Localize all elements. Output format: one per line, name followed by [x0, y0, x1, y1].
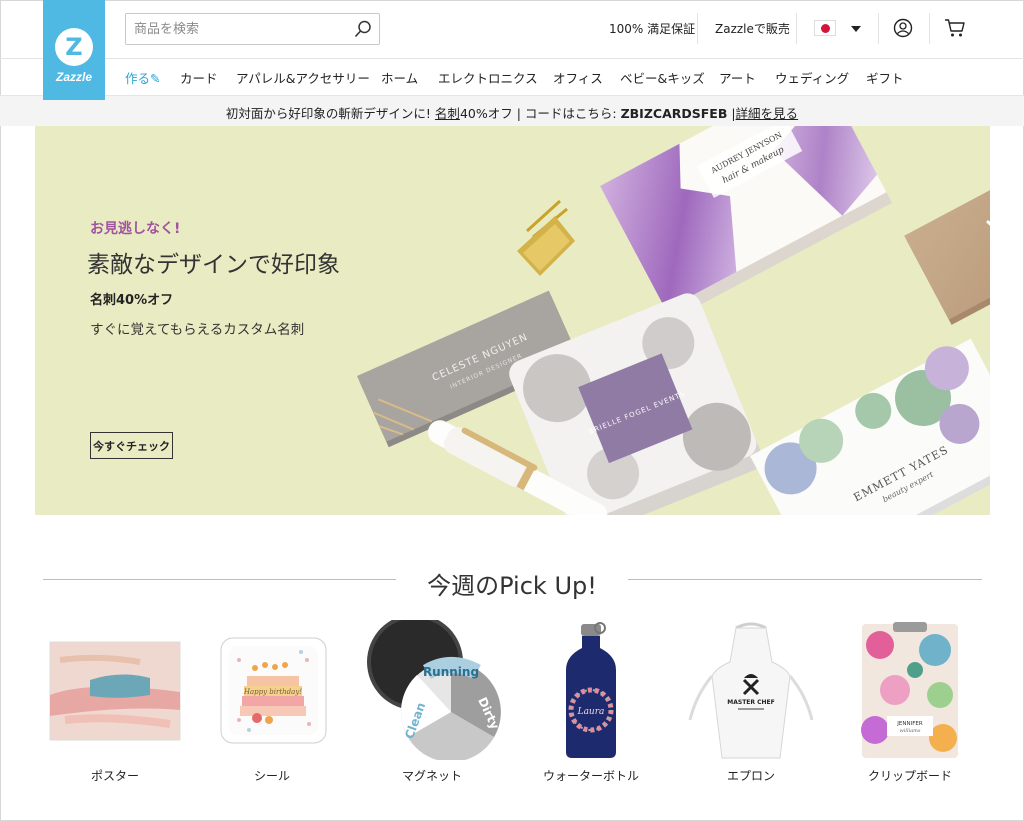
product-label: シール	[253, 769, 290, 783]
sticker-art-text: Happy birthday!	[243, 688, 302, 696]
magnet-art-word-running: Running	[423, 665, 479, 679]
zazzle-logo[interactable]: Z Zazzle	[43, 0, 105, 100]
clipboard-art-text: JENNIFER	[896, 721, 923, 727]
hero-title: 素敵なデザインで好印象	[87, 252, 340, 278]
nav-item-apparel[interactable]: アパレル&アクセサリー	[236, 68, 370, 87]
divider	[929, 13, 930, 44]
satisfaction-guarantee-link[interactable]: 100% 満足保証	[609, 20, 695, 37]
promo-text: 初対面から好印象の斬新デザインに!	[225, 106, 435, 121]
product-label: マグネット	[401, 769, 462, 783]
sell-on-zazzle-link[interactable]: Zazzleで販売	[715, 20, 790, 37]
section-divider	[43, 579, 396, 580]
hero-description: すぐに覚えてもらえるカスタム名刺	[90, 322, 305, 338]
promo-discount: 40%オフ	[459, 106, 513, 121]
nav-item-office[interactable]: オフィス	[553, 68, 603, 87]
nav-item-create[interactable]: 作る✎	[125, 68, 160, 87]
divider	[878, 13, 879, 44]
hero-eyebrow: お見逃しなく!	[90, 221, 181, 237]
cart-icon[interactable]	[944, 18, 966, 38]
promo-code: ZBIZCARDSFEB	[620, 106, 728, 121]
product-label: クリップボード	[867, 769, 952, 783]
clipboard-art-sub: williams	[900, 728, 921, 734]
logo-mark-icon: Z	[55, 28, 93, 66]
nav-item-home[interactable]: ホーム	[381, 68, 418, 87]
product-label: ポスター	[90, 769, 139, 783]
promo-divider: |	[727, 106, 736, 121]
promo-code-label: コードはこちら:	[524, 106, 621, 121]
section-divider	[628, 579, 982, 580]
product-label: エプロン	[726, 769, 775, 783]
apron-image: MASTER CHEF	[688, 622, 814, 759]
nav-item-baby-kids[interactable]: ベビー&キッズ	[620, 68, 705, 87]
poster-image	[49, 641, 181, 741]
promo-business-card-link[interactable]: 名刺	[435, 106, 460, 121]
search-box[interactable]	[125, 13, 380, 45]
nav-item-art[interactable]: アート	[719, 68, 756, 87]
shop-now-button[interactable]: 今すぐチェック	[90, 432, 173, 459]
search-input[interactable]	[134, 20, 344, 38]
nav-item-gifts[interactable]: ギフト	[866, 68, 904, 87]
clipboard-image: JENNIFER williams	[861, 622, 958, 758]
hero-banner[interactable]: AUDREY JENYSON hair & makeup CELESTE NGU…	[35, 126, 990, 515]
promo-details-link[interactable]: 詳細を見る	[736, 106, 799, 121]
sticker-image: Happy birthday!	[220, 637, 327, 744]
search-icon[interactable]	[354, 20, 372, 38]
promo-banner: 初対面から好印象の斬新デザインに! 名刺40%オフ | コードはこちら: ZBI…	[0, 95, 1024, 126]
nav-item-cards[interactable]: カード	[180, 68, 218, 87]
divider	[697, 13, 698, 44]
bottle-art-text: Laura	[577, 707, 605, 717]
water-bottle-image: Laura	[566, 622, 616, 758]
japan-flag-icon[interactable]	[814, 20, 836, 36]
header-divider	[0, 58, 1024, 59]
account-icon[interactable]	[893, 18, 913, 38]
product-label: ウォーターボトル	[542, 769, 639, 783]
nav-item-electronics[interactable]: エレクトロニクス	[438, 68, 538, 87]
apron-art-text: MASTER CHEF	[727, 699, 774, 706]
chevron-down-icon[interactable]	[851, 26, 861, 32]
nav-item-wedding[interactable]: ウェディング	[775, 68, 849, 87]
pickup-section-title: 今週のPick Up!	[427, 572, 597, 600]
magnet-image: Running Dirty Clean	[367, 620, 502, 760]
logo-wordmark: Zazzle	[55, 70, 92, 84]
divider	[796, 13, 797, 44]
promo-divider: |	[512, 106, 525, 121]
hero-discount: 名刺40%オフ	[90, 293, 174, 308]
